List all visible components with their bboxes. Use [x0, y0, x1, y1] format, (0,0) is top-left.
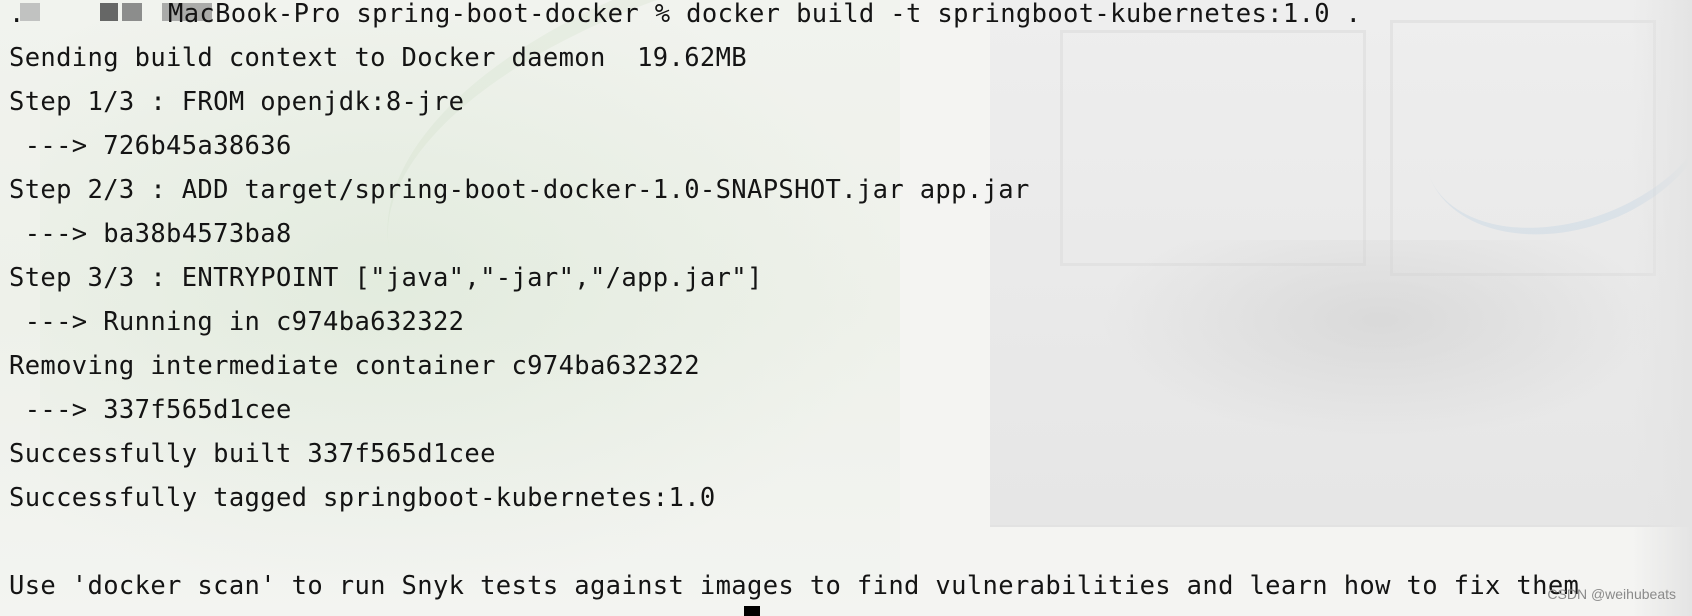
output-line: Successfully built 337f565d1cee [9, 439, 496, 469]
output-line: Successfully tagged springboot-kubernete… [9, 483, 716, 513]
output-line: Removing intermediate container c974ba63… [9, 351, 700, 381]
output-line: ---> 726b45a38636 [9, 131, 292, 161]
redacted-username [100, 3, 118, 21]
terminal-window[interactable]: . MacBook-Pro spring-boot-docker % docke… [0, 0, 1692, 616]
output-line: Step 1/3 : FROM openjdk:8-jre [9, 87, 465, 117]
output-line: Step 2/3 : ADD target/spring-boot-docker… [9, 175, 1030, 205]
redacted-username [122, 3, 142, 21]
output-line: ---> 337f565d1cee [9, 395, 292, 425]
output-line: Use 'docker scan' to run Snyk tests agai… [9, 571, 1580, 601]
watermark: CSDN @weihubeats [1547, 586, 1676, 602]
prompt-command: MacBook-Pro spring-boot-docker % docker … [168, 0, 1362, 29]
text-cursor [744, 606, 760, 616]
redacted-username [20, 3, 40, 21]
output-line: Step 3/3 : ENTRYPOINT ["java","-jar","/a… [9, 263, 763, 293]
output-line: ---> Running in c974ba632322 [9, 307, 465, 337]
output-line: ---> ba38b4573ba8 [9, 219, 292, 249]
output-line: Sending build context to Docker daemon 1… [9, 43, 748, 73]
